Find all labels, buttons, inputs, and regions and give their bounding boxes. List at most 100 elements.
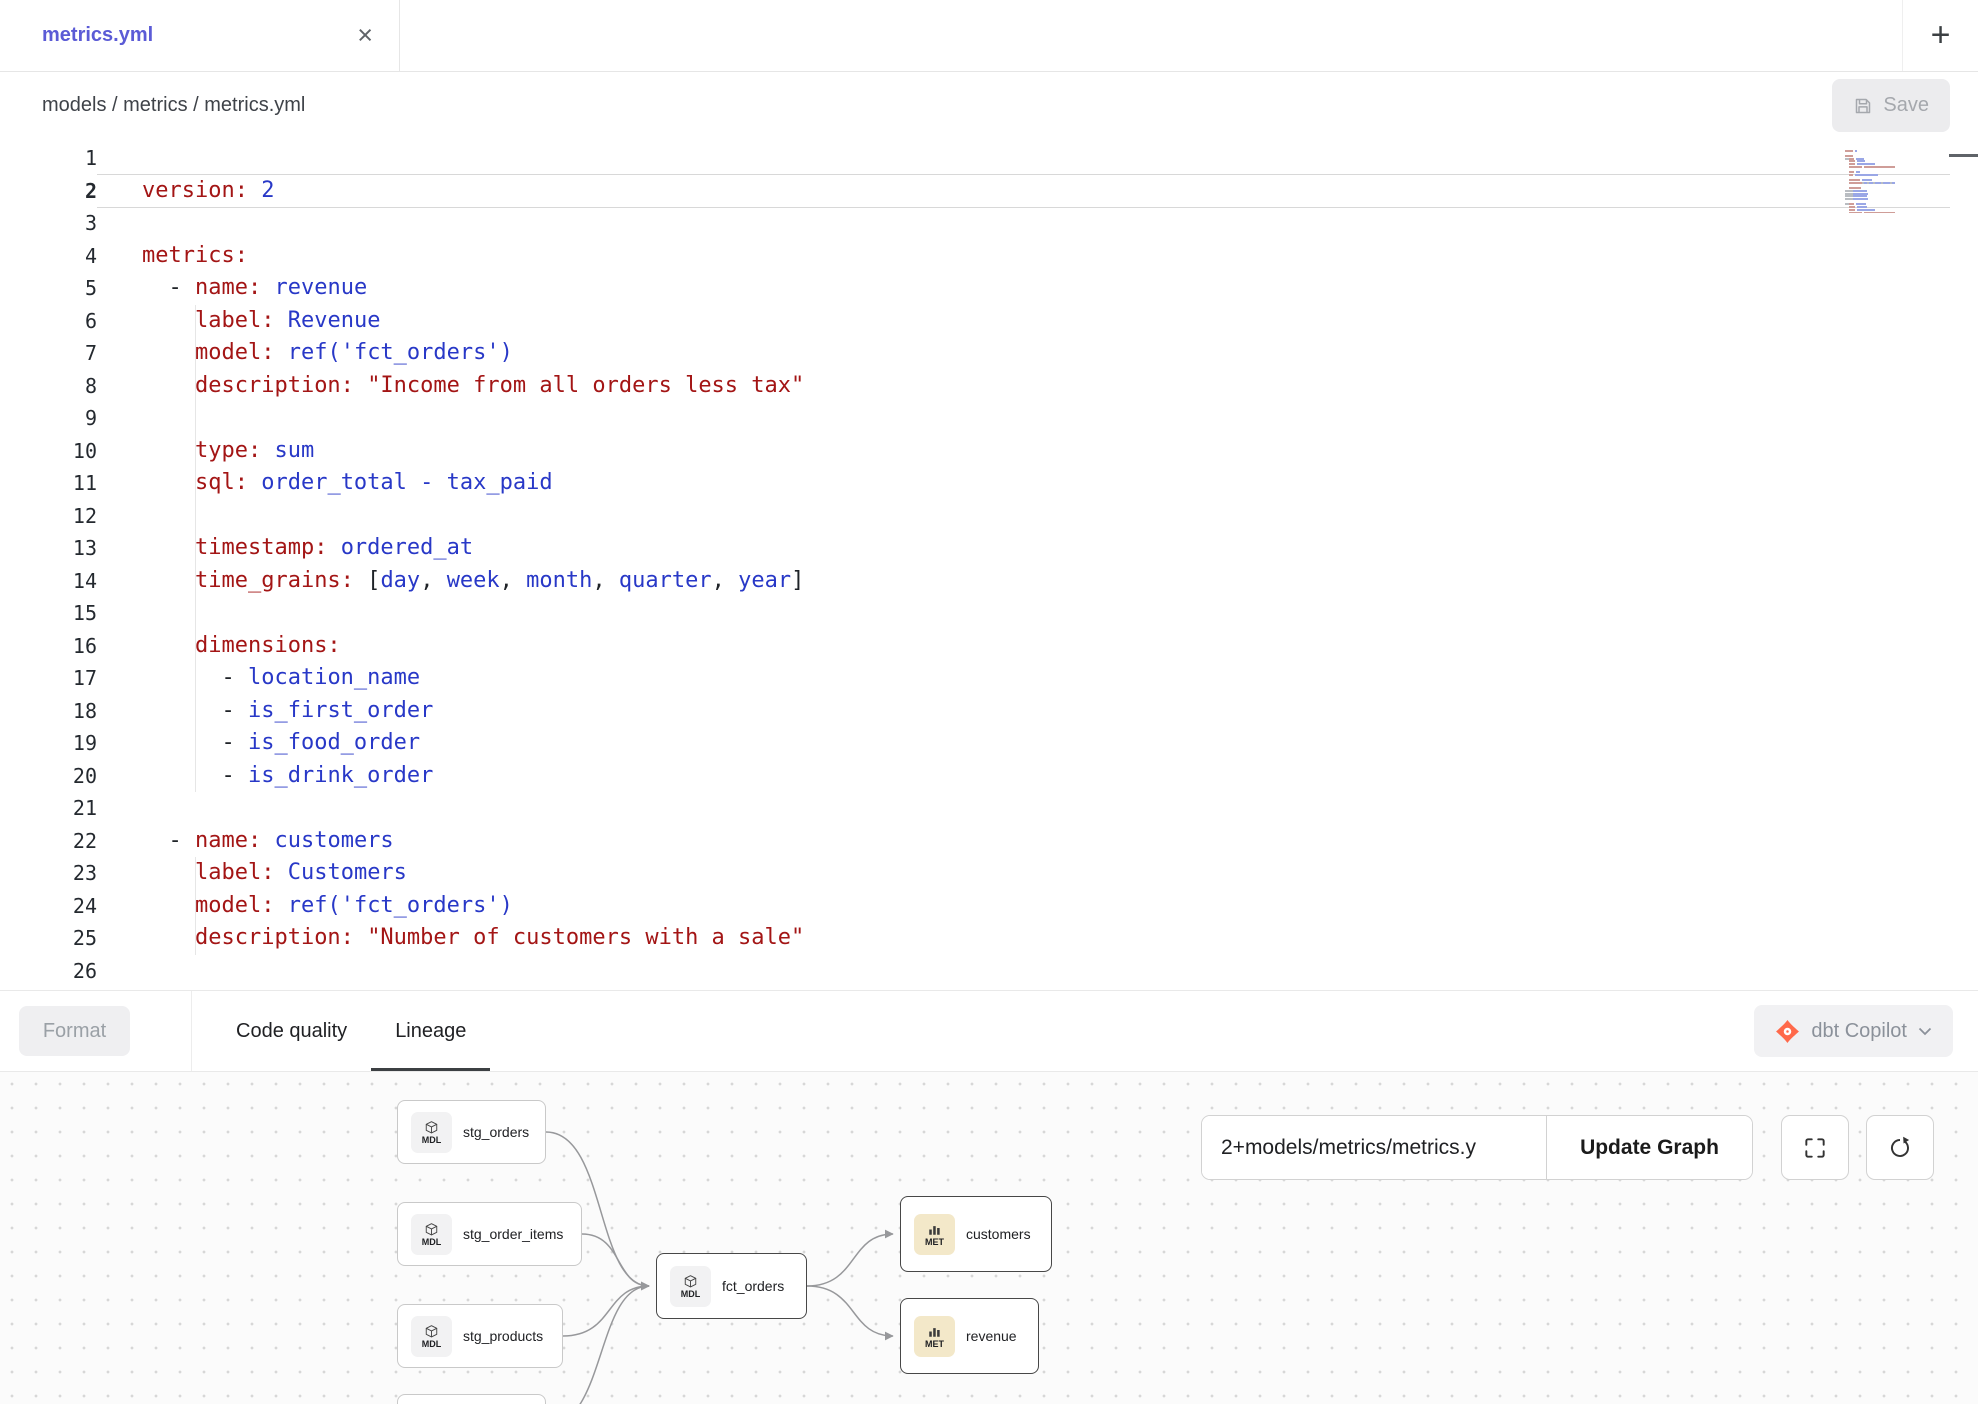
line-number: 16 <box>0 630 97 663</box>
model-icon: MDL <box>411 1214 452 1255</box>
node-label: stg_products <box>463 1328 543 1344</box>
line-number: 12 <box>0 500 97 533</box>
breadcrumb: models / metrics / metrics.yml <box>42 94 305 117</box>
tab-lineage[interactable]: Lineage <box>371 991 490 1071</box>
tab-bar-spacer <box>400 0 1902 71</box>
lineage-canvas[interactable]: MDL stg_orders MDL stg_order_items MDL stg_pr… <box>0 1072 1978 1404</box>
code-line[interactable]: 13 timestamp: ordered_at <box>0 532 1978 565</box>
tab-code-quality[interactable]: Code quality <box>212 991 371 1071</box>
refresh-button[interactable] <box>1866 1115 1934 1180</box>
model-icon: MDL <box>411 1316 452 1357</box>
line-number: 24 <box>0 890 97 923</box>
lineage-node-stg_orders[interactable]: MDL stg_orders <box>397 1100 546 1164</box>
code-line[interactable]: 2version: 2 <box>0 175 1978 208</box>
code-line[interactable]: 8 description: "Income from all orders l… <box>0 370 1978 403</box>
save-button[interactable]: Save <box>1832 79 1950 132</box>
line-number: 5 <box>0 272 97 305</box>
line-number: 18 <box>0 695 97 728</box>
node-label: customers <box>966 1226 1031 1242</box>
fullscreen-button[interactable] <box>1781 1115 1849 1180</box>
code-line[interactable]: 11 sql: order_total - tax_paid <box>0 467 1978 500</box>
code-line[interactable]: 3 <box>0 207 1978 240</box>
code-line[interactable]: 25 description: "Number of customers wit… <box>0 922 1978 955</box>
line-number: 8 <box>0 370 97 403</box>
lineage-selector-group: Update Graph <box>1201 1115 1753 1180</box>
line-number: 25 <box>0 922 97 955</box>
code-line[interactable]: 19 - is_food_order <box>0 727 1978 760</box>
node-label: stg_order_items <box>463 1226 563 1242</box>
lineage-node-stg_products[interactable]: MDL stg_products <box>397 1304 563 1368</box>
line-number: 7 <box>0 337 97 370</box>
tab-metrics-yml[interactable]: metrics.yml × <box>0 0 400 71</box>
lineage-node-revenue[interactable]: MET revenue <box>900 1298 1039 1374</box>
code-line[interactable]: 12 <box>0 500 1978 533</box>
lineage-node-clipped_node[interactable] <box>397 1394 546 1404</box>
code-line[interactable]: 22 - name: customers <box>0 825 1978 858</box>
model-icon: MDL <box>411 1112 452 1153</box>
code-line[interactable]: 5 - name: revenue <box>0 272 1978 305</box>
lineage-selector-input[interactable] <box>1202 1116 1546 1179</box>
save-button-label: Save <box>1883 94 1929 117</box>
lineage-node-customers[interactable]: METcustomers <box>900 1196 1052 1272</box>
code-line[interactable]: 20 - is_drink_order <box>0 760 1978 793</box>
line-number: 11 <box>0 467 97 500</box>
plus-icon: + <box>1931 16 1951 55</box>
code-line[interactable]: 23 label: Customers <box>0 857 1978 890</box>
code-line[interactable]: 6 label: Revenue <box>0 305 1978 338</box>
new-tab-button[interactable]: + <box>1902 0 1978 71</box>
code-line[interactable]: 14 time_grains: [day, week, month, quart… <box>0 565 1978 598</box>
model-icon: MDL <box>670 1266 711 1307</box>
line-number: 20 <box>0 760 97 793</box>
line-number: 17 <box>0 662 97 695</box>
code-line[interactable]: 21 <box>0 792 1978 825</box>
line-number: 3 <box>0 207 97 240</box>
line-number: 22 <box>0 825 97 858</box>
code-lines: 12version: 234metrics:5 - name: revenue6… <box>0 142 1978 987</box>
node-label: revenue <box>966 1328 1017 1344</box>
lineage-node-fct_orders[interactable]: MDL fct_orders <box>656 1253 807 1319</box>
metric-icon: MET <box>914 1316 955 1357</box>
toolbar-divider <box>191 991 192 1071</box>
line-number: 14 <box>0 565 97 598</box>
code-line[interactable]: 7 model: ref('fct_orders') <box>0 337 1978 370</box>
line-number: 23 <box>0 857 97 890</box>
code-line[interactable]: 18 - is_first_order <box>0 695 1978 728</box>
lineage-node-stg_order_items[interactable]: MDL stg_order_items <box>397 1202 582 1266</box>
code-line[interactable]: 15 <box>0 597 1978 630</box>
line-number: 6 <box>0 305 97 338</box>
code-line[interactable]: 26 <box>0 955 1978 988</box>
chevron-down-icon <box>1918 1027 1932 1036</box>
code-line[interactable]: 9 <box>0 402 1978 435</box>
tab-title: metrics.yml <box>42 24 153 47</box>
minimap[interactable] <box>1845 147 1895 217</box>
line-number: 1 <box>0 142 97 175</box>
code-line[interactable]: 16 dimensions: <box>0 630 1978 663</box>
line-number: 19 <box>0 727 97 760</box>
code-line[interactable]: 10 type: sum <box>0 435 1978 468</box>
line-number: 21 <box>0 792 97 825</box>
format-button[interactable]: Format <box>19 1006 130 1056</box>
copilot-label: dbt Copilot <box>1811 1020 1907 1043</box>
close-icon[interactable]: × <box>357 22 373 49</box>
line-number: 2 <box>0 175 97 208</box>
node-label: fct_orders <box>722 1278 784 1294</box>
line-number: 9 <box>0 402 97 435</box>
code-line[interactable]: 24 model: ref('fct_orders') <box>0 890 1978 923</box>
save-icon <box>1853 96 1873 116</box>
dbt-copilot-button[interactable]: dbt Copilot <box>1754 1005 1953 1057</box>
node-label: stg_orders <box>463 1124 529 1140</box>
update-graph-button[interactable]: Update Graph <box>1546 1116 1752 1179</box>
breadcrumb-bar: models / metrics / metrics.yml Save <box>0 72 1978 139</box>
fullscreen-icon <box>1802 1135 1828 1161</box>
scrollbar-thumb[interactable] <box>1949 154 1978 157</box>
dbt-logo-icon <box>1775 1019 1800 1044</box>
code-line[interactable]: 1 <box>0 142 1978 175</box>
refresh-icon <box>1887 1135 1913 1161</box>
code-editor[interactable]: 12version: 234metrics:5 - name: revenue6… <box>0 139 1978 990</box>
code-line[interactable]: 4metrics: <box>0 240 1978 273</box>
line-number: 10 <box>0 435 97 468</box>
code-line[interactable]: 17 - location_name <box>0 662 1978 695</box>
tab-bar: metrics.yml × + <box>0 0 1978 72</box>
line-number: 4 <box>0 240 97 273</box>
line-number: 26 <box>0 955 97 988</box>
